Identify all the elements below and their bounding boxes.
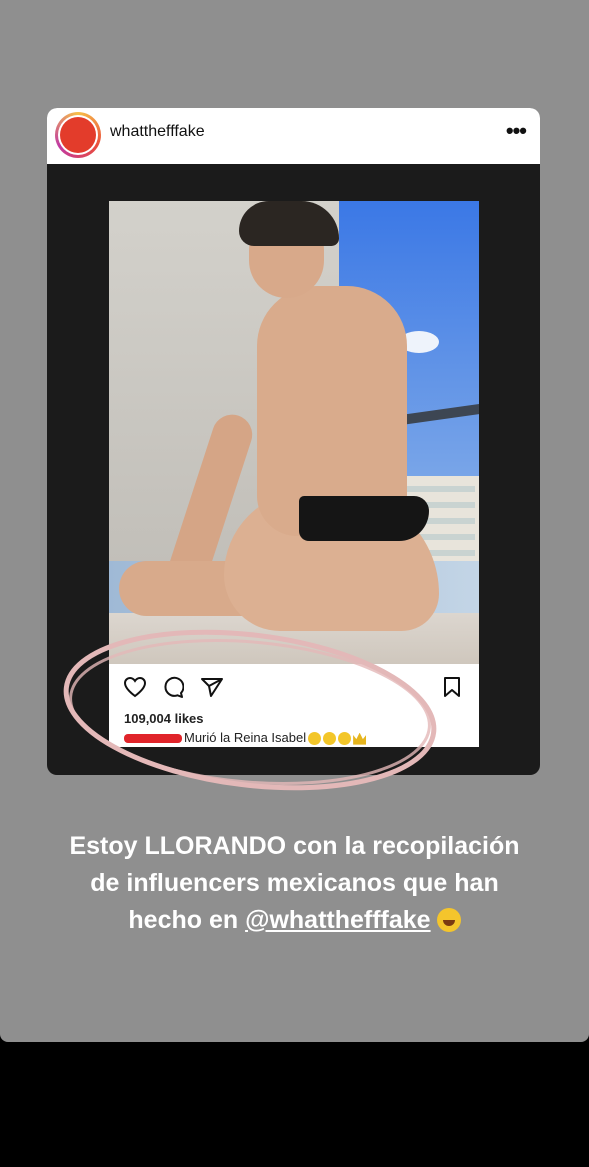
story-caption-line: hecho en @whatthefffake (30, 902, 559, 939)
story-caption: Estoy LLORANDO con la recopilación de in… (30, 828, 559, 939)
mention-link[interactable]: @whatthefffake (245, 906, 431, 934)
story-caption-line: de influencers mexicanos que han (90, 869, 499, 897)
crown-emoji (353, 732, 367, 745)
crying-laughing-emoji (338, 732, 352, 746)
caption-text: Murió la Reina Isabel (184, 730, 307, 745)
send-icon[interactable] (200, 676, 224, 698)
post-username[interactable]: whatthefffake (110, 123, 205, 141)
post-caption: Murió la Reina Isabel (124, 730, 367, 746)
bookmark-icon[interactable] (443, 676, 461, 698)
more-options-icon[interactable]: ••• (506, 118, 527, 144)
comment-icon[interactable] (162, 676, 184, 698)
story-caption-line: Estoy LLORANDO con la recopilación (69, 832, 520, 860)
story-canvas: whatthefffake ••• 109,004 likes Murió la… (0, 0, 589, 1042)
redacted-username (124, 734, 182, 744)
crying-laughing-emoji (308, 732, 322, 746)
laughing-emoji-icon (436, 908, 461, 932)
heart-icon[interactable] (123, 676, 147, 698)
post-photo (109, 201, 479, 664)
post-header: whatthefffake ••• (47, 108, 540, 164)
avatar[interactable] (55, 112, 101, 158)
post-footer: 109,004 likes Murió la Reina Isabel (109, 664, 479, 747)
likes-count[interactable]: 109,004 likes (124, 711, 204, 726)
reposted-post-card[interactable]: whatthefffake ••• 109,004 likes Murió la… (47, 108, 540, 775)
crying-laughing-emoji (323, 732, 337, 746)
